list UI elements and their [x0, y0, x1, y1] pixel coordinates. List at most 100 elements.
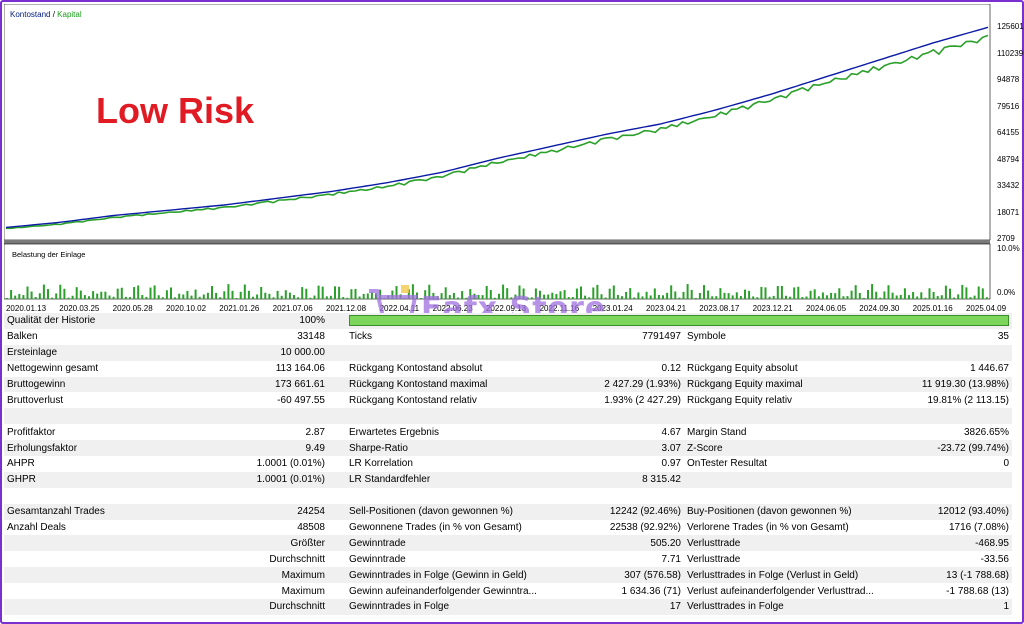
deposit-load-bar	[83, 295, 86, 299]
deposit-load-bar	[92, 291, 95, 299]
stat-label: OnTester Resultat	[684, 456, 879, 472]
stat-label: Profitfaktor	[4, 424, 164, 441]
deposit-load-bar	[10, 290, 13, 299]
stat-label: Gesamtanzahl Trades	[4, 503, 164, 520]
deposit-load-bar	[354, 288, 357, 299]
stat-value: 12242 (92.46%)	[556, 503, 684, 520]
spacer	[328, 503, 346, 520]
legend-equity: Kapital	[57, 10, 82, 19]
stat-label	[684, 471, 879, 488]
stat-label: Gewinntrades in Folge (Gewinn in Geld)	[346, 567, 556, 584]
deposit-load-bar	[867, 289, 869, 299]
deposit-load-bar	[26, 286, 29, 299]
deposit-load-bar	[170, 287, 172, 299]
stat-label: Gewonnene Trades (in % von Gesamt)	[346, 519, 556, 536]
x-tick-label: 2024.06.05	[805, 304, 847, 313]
spacer	[328, 535, 346, 552]
deposit-load-bar	[293, 295, 295, 299]
deposit-load-bar	[75, 287, 78, 299]
stat-label	[684, 487, 879, 504]
deposit-load-bar	[961, 284, 964, 299]
stat-label: Verlusttrade	[684, 551, 879, 568]
deposit-load-bar	[908, 295, 910, 299]
stat-label: Ticks	[346, 328, 556, 345]
stat-value: 1 634.36 (71)	[556, 583, 684, 600]
sub-y-tick-label: 0.0%	[997, 288, 1016, 297]
sub-y-tick-label: 10.0%	[997, 244, 1020, 253]
stat-label: GHPR	[4, 471, 164, 488]
stats-table: Qualität der Historie 100% Balken 33148 Tick…	[4, 313, 1012, 615]
stat-label	[4, 583, 164, 600]
deposit-load-bar	[149, 287, 152, 299]
stat-value: 1.93% (2 427.29)	[556, 392, 684, 409]
y-tick-label: 48794	[997, 154, 1020, 164]
deposit-load-bar	[756, 297, 759, 299]
deposit-load-bar	[834, 293, 837, 299]
stat-value	[556, 487, 684, 504]
spacer	[328, 583, 346, 600]
deposit-load-bar	[916, 296, 919, 299]
spacer	[328, 551, 346, 568]
stat-value: 48508	[164, 519, 328, 536]
x-tick-label: 2023.08.17	[699, 304, 740, 313]
deposit-load-bar	[174, 297, 177, 299]
stat-value: -23.72 (99.74%)	[879, 440, 1012, 457]
stat-label: Qualität der Historie	[4, 313, 164, 329]
stat-label: AHPR	[4, 456, 164, 472]
stat-label: Verlorene Trades (in % von Gesamt)	[684, 519, 879, 536]
deposit-load-bar	[153, 285, 156, 299]
stats-row: Anzahl Deals 48508 Gewonnene Trades (in % …	[4, 519, 1012, 536]
quality-fill	[349, 315, 1009, 327]
deposit-load-bar	[338, 286, 341, 299]
stat-label: Erholungsfaktor	[4, 440, 164, 457]
deposit-load-bar	[793, 287, 796, 299]
stat-label: Anzahl Deals	[4, 519, 164, 536]
stat-label: Gewinntrade	[346, 535, 556, 552]
deposit-load-bar	[953, 297, 956, 299]
stat-value: 3826.65%	[879, 424, 1012, 441]
x-tick-label: 2023.12.21	[752, 304, 793, 313]
deposit-load-bar	[165, 290, 168, 299]
stat-label	[4, 408, 164, 425]
deposit-load-bar	[231, 290, 234, 299]
deposit-load-bar	[145, 296, 148, 299]
stat-label: Rückgang Equity absolut	[684, 360, 879, 377]
deposit-load-bar	[899, 294, 902, 299]
x-tick-label: 2020.01.13	[5, 304, 47, 313]
stat-label	[684, 408, 879, 425]
stat-label	[4, 551, 164, 568]
stat-value: 173 661.61	[164, 376, 328, 393]
stats-row: Nettogewinn gesamt 113 164.06 Rückgang Kon…	[4, 360, 1012, 377]
deposit-load-bar	[694, 297, 697, 299]
deposit-load-bar	[957, 294, 960, 299]
stats-row: Ersteinlage 10 000.00	[4, 344, 1012, 361]
deposit-load-bar	[346, 297, 349, 299]
deposit-load-bar	[120, 287, 123, 299]
deposit-load-bar	[801, 297, 804, 299]
x-tick-label: 2020.10.02	[165, 304, 207, 313]
spacer	[328, 487, 346, 504]
stat-label: Buy-Positionen (davon gewonnen %)	[684, 503, 879, 520]
stat-value: 9.49	[164, 440, 328, 457]
stat-label: Rückgang Kontostand relativ	[346, 392, 556, 409]
deposit-load-bar	[965, 287, 968, 299]
deposit-load-bar	[297, 297, 300, 299]
deposit-load-bar	[260, 286, 263, 299]
deposit-load-bar	[932, 291, 935, 299]
stat-value: Maximum	[164, 567, 328, 584]
stat-value: 4.67	[556, 424, 684, 441]
deposit-load-bar	[809, 290, 812, 299]
deposit-load-bar	[895, 295, 898, 299]
deposit-load-bar	[969, 297, 972, 299]
deposit-load-bar	[206, 292, 209, 299]
stats-row: Maximum Gewinn aufeinanderfolgender Gewin…	[4, 583, 1012, 600]
legend-balance: Kontostand	[10, 10, 51, 19]
deposit-load-bar	[190, 295, 193, 299]
deposit-load-bar	[79, 290, 82, 299]
deposit-load-bar	[96, 293, 99, 299]
y-tick-label: 64155	[997, 128, 1020, 137]
deposit-load-bar	[18, 293, 21, 299]
stat-label: Sharpe-Ratio	[346, 440, 556, 457]
stats-row: Qualität der Historie 100%	[4, 313, 1012, 329]
deposit-load-bar	[256, 294, 259, 299]
